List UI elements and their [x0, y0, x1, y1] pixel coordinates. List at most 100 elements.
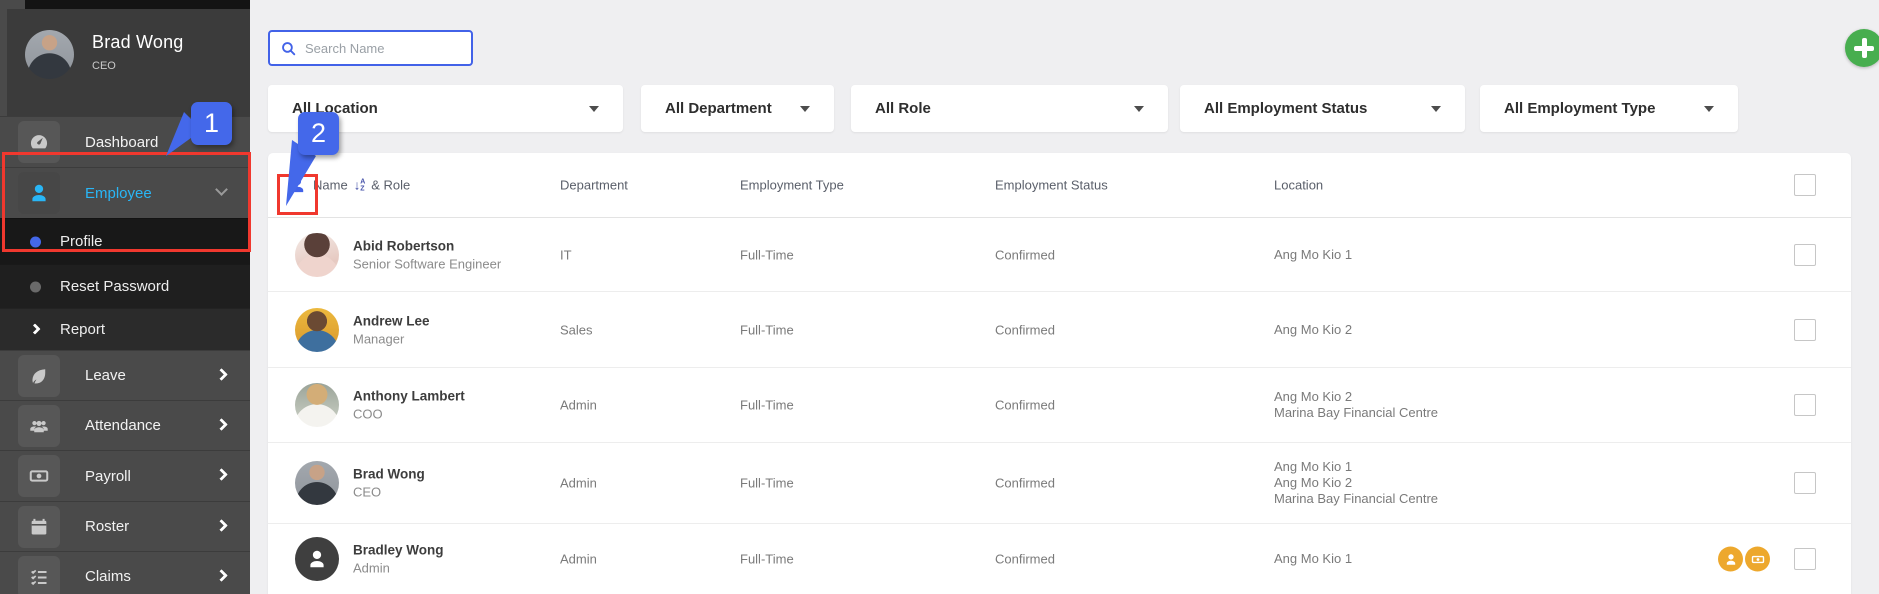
row-checkbox[interactable] — [1794, 318, 1816, 341]
sidebar-item-attendance[interactable]: Attendance — [0, 400, 250, 450]
search-icon — [282, 41, 296, 55]
calendar-icon — [18, 505, 60, 548]
sidebar-item-roster[interactable]: Roster — [0, 501, 250, 551]
employee-name: Andrew Lee — [353, 313, 430, 328]
filter-all-role[interactable]: All Role — [851, 85, 1168, 132]
filter-all-department[interactable]: All Department — [641, 85, 834, 132]
table-row[interactable]: Anthony Lambert COO Admin Full-Time Conf… — [268, 368, 1851, 443]
bullet-icon — [30, 281, 41, 292]
column-header-employment-status: Employment Status — [995, 177, 1108, 193]
table-row[interactable]: Andrew Lee Manager Sales Full-Time Confi… — [268, 292, 1851, 368]
sort-alphabetical-icon[interactable]: ↓ AZ — [354, 178, 366, 192]
select-all-checkbox[interactable] — [1794, 174, 1816, 196]
dropdown-caret-icon — [1431, 105, 1441, 112]
checklist-icon — [18, 555, 60, 594]
table-header-row: Name ↓ AZ & Role Department Employment T… — [268, 153, 1851, 218]
sidebar-item-label: Attendance — [85, 417, 161, 434]
cell-employment-type: Full-Time — [740, 551, 794, 567]
table-row[interactable]: Brad Wong CEO Admin Full-Time Confirmed … — [268, 443, 1851, 524]
search-box[interactable] — [268, 30, 473, 66]
row-checkbox[interactable] — [1794, 472, 1816, 494]
filter-label: All Employment Status — [1204, 100, 1368, 117]
cell-employment-status: Confirmed — [995, 397, 1055, 413]
sidebar-item-label: Report — [60, 321, 106, 338]
cell-location: Ang Mo Kio 1 — [1274, 246, 1353, 262]
cell-employment-status: Confirmed — [995, 551, 1055, 567]
sidebar-item-claims[interactable]: Claims — [0, 551, 250, 594]
avatar — [295, 307, 339, 352]
cell-location: Ang Mo Kio 1 — [1274, 551, 1353, 566]
user-role: CEO — [92, 60, 116, 72]
user-badge-icon[interactable] — [1718, 546, 1743, 572]
avatar — [25, 30, 74, 79]
sidebar-item-payroll[interactable]: Payroll — [0, 450, 250, 501]
table-row[interactable]: Abid Robertson Senior Software Engineer … — [268, 218, 1851, 292]
main-content: All Location All Department All Role All… — [250, 0, 1879, 594]
cell-employment-status: Confirmed — [995, 475, 1055, 491]
chevron-right-icon — [215, 367, 228, 381]
employee-list-page: Brad Wong CEO Dashboard Employee Profile — [0, 0, 1879, 594]
table-row[interactable]: Bradley Wong Admin Admin Full-Time Confi… — [268, 524, 1851, 594]
sidebar: Brad Wong CEO Dashboard Employee Profile — [0, 0, 250, 594]
cell-employment-type: Full-Time — [740, 475, 794, 491]
filter-label: All Role — [875, 100, 931, 117]
filter-label: All Employment Type — [1504, 100, 1656, 117]
employee-name: Abid Robertson — [353, 238, 455, 253]
chevron-right-icon — [215, 568, 228, 582]
employee-role: Manager — [353, 331, 405, 346]
annotation-badge-2: 2 — [298, 112, 339, 155]
employee-name: Bradley Wong — [353, 542, 444, 558]
cell-department: Admin — [560, 551, 597, 567]
column-header-role: & Role — [371, 177, 411, 193]
sidebar-item-label: Payroll — [85, 467, 131, 485]
sidebar-item-label: Reset Password — [60, 278, 170, 295]
cell-location: Ang Mo Kio 2 Marina Bay Financial Centre — [1274, 389, 1439, 420]
chevron-right-icon — [215, 468, 228, 481]
chevron-right-icon — [215, 417, 228, 431]
filter-label: All Department — [665, 100, 772, 117]
sidebar-item-label: Claims — [85, 568, 131, 585]
money-bill-icon — [18, 455, 60, 497]
employee-role: COO — [353, 406, 383, 422]
filter-all-employment-type[interactable]: All Employment Type — [1480, 85, 1738, 132]
column-header-department: Department — [560, 177, 628, 193]
row-checkbox[interactable] — [1794, 548, 1816, 570]
cell-employment-type: Full-Time — [740, 247, 794, 262]
cell-department: Admin — [560, 397, 597, 413]
avatar — [295, 383, 339, 427]
row-checkbox[interactable] — [1794, 394, 1816, 416]
add-employee-button[interactable] — [1845, 29, 1879, 67]
cell-department: Admin — [560, 475, 597, 491]
payroll-badge-icon[interactable] — [1745, 546, 1770, 572]
employee-role: CEO — [353, 484, 382, 500]
employee-role: Senior Software Engineer — [353, 256, 502, 271]
cell-department: IT — [560, 247, 572, 262]
employee-name: Anthony Lambert — [353, 388, 465, 404]
cell-location: Ang Mo Kio 1 Ang Mo Kio 2 Marina Bay Fin… — [1274, 459, 1439, 506]
row-badges — [1718, 546, 1770, 572]
filter-all-employment-status[interactable]: All Employment Status — [1180, 85, 1465, 132]
cell-employment-status: Confirmed — [995, 247, 1055, 262]
sidebar-item-label: Roster — [85, 518, 130, 535]
dropdown-caret-icon — [589, 105, 599, 112]
people-group-icon — [18, 404, 60, 447]
default-avatar — [295, 537, 339, 581]
cell-employment-type: Full-Time — [740, 322, 794, 337]
sidebar-item-reset-password[interactable]: Reset Password — [0, 264, 250, 308]
sidebar-user-card: Brad Wong CEO — [7, 9, 250, 116]
annotation-red-box-employee — [2, 152, 251, 252]
sidebar-item-leave[interactable]: Leave — [0, 350, 250, 400]
row-checkbox[interactable] — [1794, 243, 1816, 266]
sidebar-item-report[interactable]: Report — [0, 308, 250, 350]
annotation-badge-1: 1 — [191, 102, 232, 145]
chevron-right-icon — [215, 518, 228, 532]
sidebar-item-label: Dashboard — [85, 133, 159, 151]
sidebar-top-strip — [25, 0, 250, 9]
user-name: Brad Wong — [92, 32, 184, 52]
employee-table: Name ↓ AZ & Role Department Employment T… — [268, 153, 1851, 594]
search-input[interactable] — [305, 40, 461, 56]
sidebar-item-label: Leave — [85, 367, 126, 384]
employee-name: Brad Wong — [353, 466, 425, 482]
cell-employment-status: Confirmed — [995, 322, 1055, 337]
cell-location: Ang Mo Kio 2 — [1274, 321, 1353, 337]
